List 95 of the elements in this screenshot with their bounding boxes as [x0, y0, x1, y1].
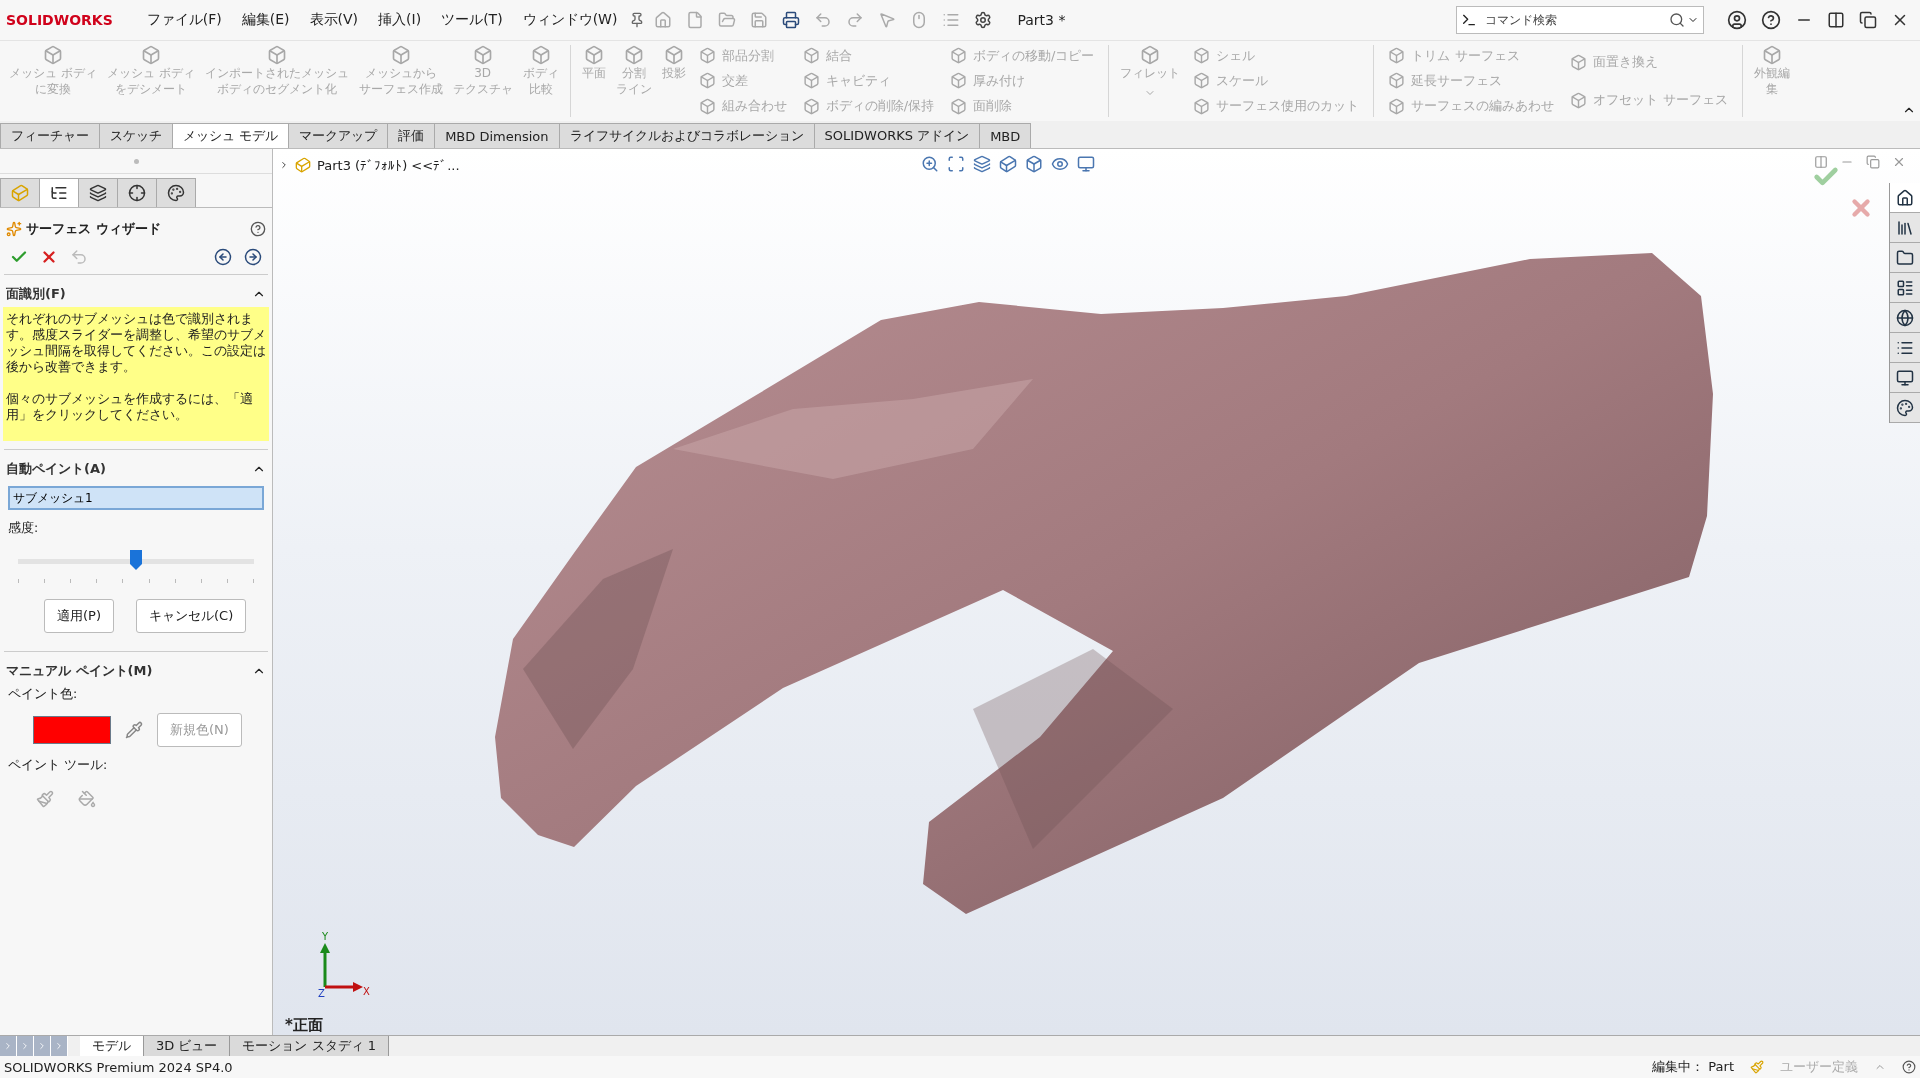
menu-item[interactable]: 挿入(I): [370, 7, 430, 33]
section-title: 面識別(F): [6, 285, 66, 303]
pointer-icon[interactable]: [878, 11, 897, 29]
axis-triad-drawing: Y Z X: [318, 931, 370, 999]
sensitivity-label: 感度:: [7, 519, 40, 537]
tile-icon[interactable]: [1814, 155, 1828, 169]
panel-tab[interactable]: [78, 178, 118, 207]
paint-color-swatch[interactable]: [33, 716, 111, 744]
command-search-field[interactable]: コマンド検索: [1456, 6, 1704, 34]
save-icon[interactable]: [750, 11, 769, 29]
task-pane-tab[interactable]: [1890, 243, 1920, 273]
help-icon[interactable]: [250, 221, 266, 237]
part-icon[interactable]: [11, 184, 29, 202]
layout-icon[interactable]: [1896, 278, 1914, 297]
task-pane-tab[interactable]: [1890, 273, 1920, 303]
panel-button[interactable]: キャンセル(C): [136, 599, 247, 633]
zoom-fit-icon[interactable]: [921, 155, 939, 173]
editing-status: 編集中： Part: [1652, 1058, 1734, 1076]
units-status[interactable]: ユーザー定義: [1780, 1058, 1858, 1076]
books-icon[interactable]: [1896, 218, 1914, 237]
part-icon[interactable]: [295, 157, 311, 173]
command-tab[interactable]: SOLIDWORKS アドイン: [813, 123, 981, 148]
task-pane-tab[interactable]: [1890, 303, 1920, 333]
open-folder-icon[interactable]: [718, 11, 737, 29]
restore-icon[interactable]: [1859, 11, 1877, 29]
paint-color-label: ペイント色:: [7, 685, 79, 703]
info-message: それぞれのサブメッシュは色で識別されます。感度スライダーを調整し、希望のサブメッシュ間隔を取得してください。この設定は後から改善できます。 個々のサブメッシュを作成するには、「適用」をクリックしてください。: [3, 307, 269, 441]
panel-tab[interactable]: [39, 178, 79, 207]
section-title: 自動ペイント(A): [6, 460, 106, 478]
app-logo: SOLIDWORKS: [6, 12, 113, 28]
paint-tool-label: ペイント ツール:: [7, 756, 109, 774]
cancel-x-icon[interactable]: [40, 248, 58, 266]
new-file-icon[interactable]: [686, 11, 705, 29]
paint-bucket-icon[interactable]: [78, 790, 96, 808]
view-orientation-icon[interactable]: [999, 155, 1017, 173]
split-window-icon[interactable]: [1827, 11, 1845, 29]
palette-icon[interactable]: [167, 184, 185, 202]
panel-button[interactable]: 適用(P): [44, 599, 114, 633]
model-tab[interactable]: モーション スタディ 1: [230, 1036, 389, 1056]
panel-title: サーフェス ウィザード: [26, 220, 162, 238]
task-pane-tab[interactable]: [1890, 363, 1920, 393]
display-icon[interactable]: [1077, 155, 1095, 173]
menu-item[interactable]: 編集(E): [233, 7, 298, 33]
help-icon[interactable]: [1761, 10, 1781, 30]
panel-handle[interactable]: [133, 158, 139, 164]
print-icon[interactable]: [782, 11, 801, 29]
undo-icon[interactable]: [70, 248, 88, 266]
document-title: Part3 *: [1017, 12, 1066, 28]
expand-icon[interactable]: [279, 160, 289, 170]
list-icon[interactable]: [50, 184, 68, 202]
eyedropper-icon[interactable]: [125, 721, 143, 739]
redo-icon[interactable]: [846, 11, 865, 29]
tab-scroll-button[interactable]: [17, 1036, 34, 1056]
tab-scroll-button[interactable]: [51, 1036, 68, 1056]
command-tab[interactable]: MBD Dimension: [434, 123, 560, 148]
user-icon[interactable]: [1727, 10, 1747, 30]
crosshair-icon[interactable]: [128, 184, 146, 202]
menu-item[interactable]: ウィンドウ(W): [514, 7, 626, 33]
zoom-area-icon[interactable]: [947, 155, 965, 173]
tab-scroll-button[interactable]: [0, 1036, 17, 1056]
visibility-icon[interactable]: [1051, 155, 1069, 173]
menu-item[interactable]: ファイル(F): [138, 7, 230, 33]
section-title: マニュアル ペイント(M): [6, 662, 153, 680]
home-icon[interactable]: [1896, 188, 1914, 207]
command-tab[interactable]: ライフサイクルおよびコラボレーション: [558, 123, 815, 148]
palette-icon[interactable]: [1896, 398, 1914, 417]
menu-item[interactable]: 表示(V): [301, 7, 367, 33]
command-tab[interactable]: スケッチ: [99, 123, 173, 148]
search-icon[interactable]: [1669, 12, 1685, 28]
tree-item[interactable]: Part3 (ﾃﾞﾌｫﾙﾄ) <<ﾃﾞ...: [317, 157, 460, 173]
submesh-name-field[interactable]: サブメッシュ1: [8, 486, 264, 510]
command-tab[interactable]: マークアップ: [288, 123, 389, 148]
tab-scroll-button[interactable]: [34, 1036, 51, 1056]
settings-icon[interactable]: [974, 11, 993, 29]
command-tab[interactable]: 評価: [387, 123, 436, 148]
product-version: SOLIDWORKS Premium 2024 SP4.0: [4, 1059, 233, 1075]
command-tab[interactable]: MBD: [979, 123, 1032, 148]
view-label: *正面: [285, 1016, 323, 1035]
panel-tab[interactable]: [156, 178, 196, 207]
model-tab[interactable]: モデル: [80, 1036, 144, 1056]
undo-icon[interactable]: [814, 11, 833, 29]
paintbrush-icon[interactable]: [36, 790, 54, 808]
command-tab[interactable]: フィーチャー: [0, 123, 100, 148]
globe-icon[interactable]: [1896, 308, 1914, 327]
command-tab[interactable]: メッシュ モデル: [172, 123, 290, 148]
task-pane-tab[interactable]: [1890, 333, 1920, 363]
slider-thumb[interactable]: [130, 550, 142, 570]
monitor-icon[interactable]: [1896, 368, 1914, 387]
panel-tab[interactable]: [117, 178, 157, 207]
menu-item[interactable]: ツール(T): [433, 7, 511, 33]
folder-icon[interactable]: [1896, 248, 1914, 267]
layers-icon[interactable]: [89, 184, 107, 202]
terminal-icon[interactable]: [1461, 12, 1477, 28]
task-pane-tab[interactable]: [1890, 393, 1920, 423]
model-tab[interactable]: 3D ビュー: [144, 1036, 231, 1056]
